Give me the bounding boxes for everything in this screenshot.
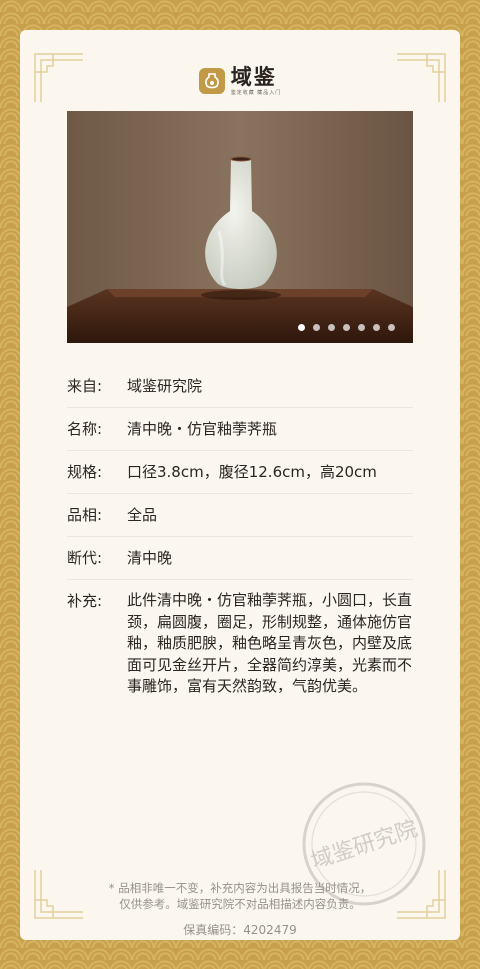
carousel-dot[interactable] — [328, 324, 335, 331]
detail-value: 域鉴研究院 — [127, 377, 203, 395]
detail-value: 全品 — [127, 506, 158, 524]
detail-value: 清中晚・仿官釉荸荠瓶 — [127, 420, 278, 438]
carousel-dot[interactable] — [298, 324, 305, 331]
detail-value: 此件清中晚・仿官釉荸荠瓶，小圆口，长直颈，扁圆腹，圈足，形制规整，通体施仿官釉，… — [127, 591, 413, 695]
details-list: 来自: 域鉴研究院 名称: 清中晚・仿官釉荸荠瓶 规格: 口径3.8cm，腹径1… — [67, 365, 413, 708]
serial-value: 4202479 — [243, 923, 297, 937]
detail-label: 品相: — [67, 506, 103, 524]
authenticity-code: 保真编码：4202479 — [0, 921, 480, 938]
disclaimer-line-1: * 品相非唯一不变，补充内容为出具报告当时情况， — [108, 881, 372, 895]
detail-label: 规格: — [67, 463, 103, 481]
brand-header: 域鉴 鉴定收藏 藏品入门 — [0, 66, 480, 96]
detail-value: 清中晚 — [127, 549, 173, 567]
disclaimer: * 品相非唯一不变，补充内容为出具报告当时情况， 仅供参考。域鉴研究院不对品相描… — [0, 880, 480, 912]
detail-row-condition: 品相: 全品 — [67, 494, 413, 537]
detail-label: 名称: — [67, 420, 103, 438]
product-photo-carousel[interactable] — [67, 111, 413, 343]
detail-label: 断代: — [67, 549, 103, 567]
carousel-dot[interactable] — [388, 324, 395, 331]
carousel-dots — [298, 324, 395, 331]
detail-value: 口径3.8cm，腹径12.6cm，高20cm — [127, 463, 377, 481]
brand-tagline: 鉴定收藏 藏品入门 — [230, 90, 282, 96]
detail-row-source: 来自: 域鉴研究院 — [67, 365, 413, 408]
detail-label: 补充: — [67, 592, 103, 610]
detail-label: 来自: — [67, 377, 103, 395]
disclaimer-line-2: 仅供参考。域鉴研究院不对品相描述内容负责。 — [119, 897, 361, 911]
brand-name: 域鉴 — [230, 65, 277, 89]
carousel-dot[interactable] — [373, 324, 380, 331]
carousel-dot[interactable] — [343, 324, 350, 331]
detail-row-name: 名称: 清中晚・仿官釉荸荠瓶 — [67, 408, 413, 451]
carousel-dot[interactable] — [358, 324, 365, 331]
carousel-dot[interactable] — [313, 324, 320, 331]
detail-row-size: 规格: 口径3.8cm，腹径12.6cm，高20cm — [67, 451, 413, 494]
vase-photo — [67, 111, 413, 343]
serial-label: 保真编码： — [183, 923, 244, 937]
vase-logo-icon — [198, 68, 225, 94]
detail-row-notes: 补充: 此件清中晚・仿官釉荸荠瓶，小圆口，长直颈，扁圆腹，圈足，形制规整，通体施… — [67, 580, 413, 708]
detail-row-dating: 断代: 清中晚 — [67, 537, 413, 580]
seal-text: 域鉴研究院 — [308, 817, 420, 875]
